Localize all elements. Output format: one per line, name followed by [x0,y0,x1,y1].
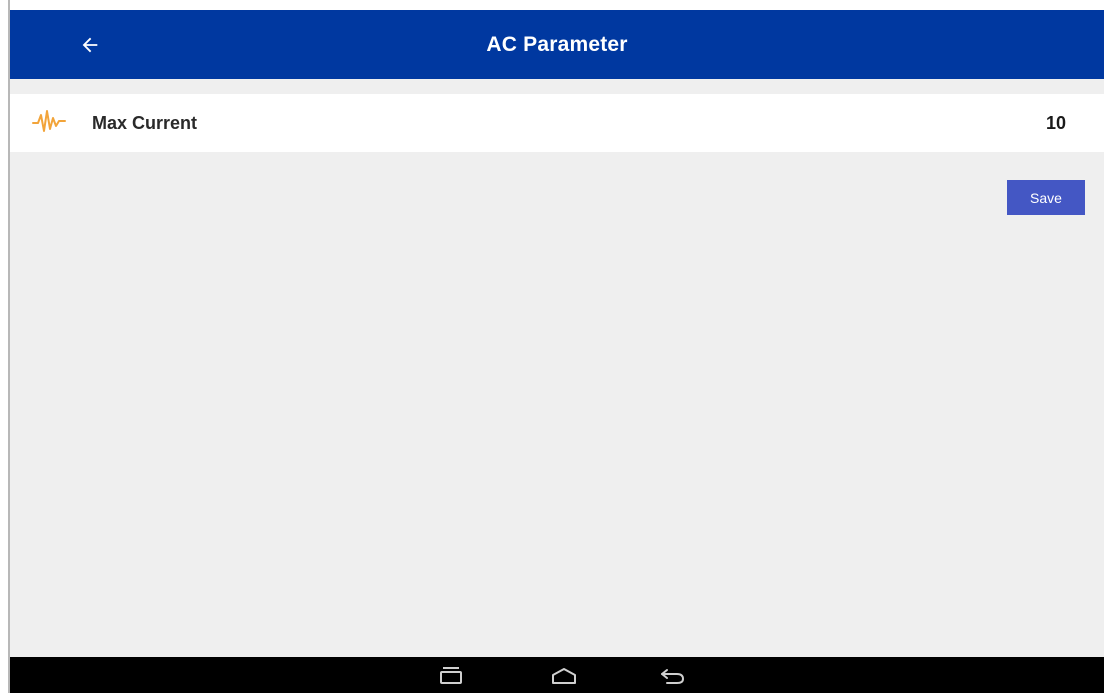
arrow-left-icon [82,37,98,53]
left-edge-divider [0,0,10,693]
back-button[interactable] [72,27,108,63]
app-bar: AC Parameter [10,10,1104,79]
home-button[interactable] [544,663,584,689]
waveform-icon [32,110,66,132]
recent-apps-button[interactable] [431,663,471,689]
status-strip [10,0,1104,10]
parameter-label: Max Current [92,113,198,133]
system-nav-bar [10,657,1104,693]
home-icon [552,668,576,684]
nav-back-button[interactable] [652,663,692,689]
parameter-value[interactable]: 10 [1046,113,1066,134]
page-title: AC Parameter [486,32,628,56]
save-button[interactable]: Save [1007,180,1085,215]
app-screen: AC Parameter Max Current 10 Save [10,0,1104,693]
parameter-row-max-current[interactable]: Max Current 10 [10,94,1104,152]
recent-apps-icon [440,667,462,684]
back-icon [661,669,685,684]
